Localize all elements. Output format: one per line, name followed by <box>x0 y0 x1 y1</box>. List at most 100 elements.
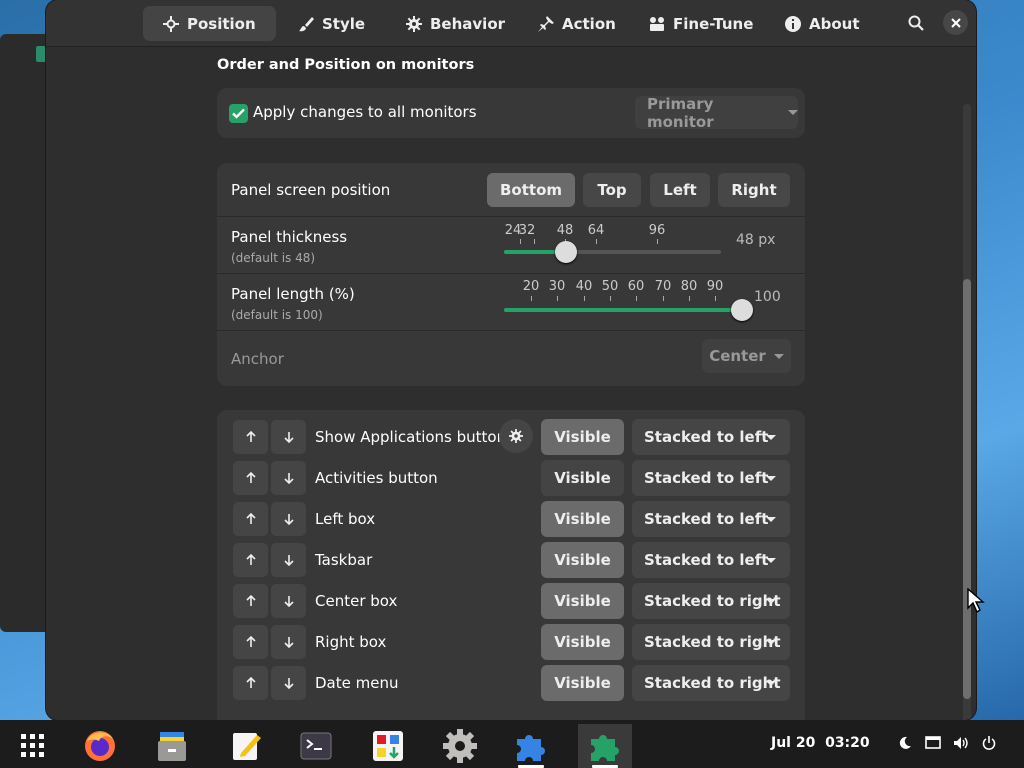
stacking-dropdown[interactable]: Stacked to left <box>632 542 790 578</box>
extensions-button[interactable] <box>506 724 556 768</box>
length-mark: 70 <box>654 279 672 294</box>
thickness-slider-knob[interactable] <box>555 241 577 263</box>
arrow-up-icon <box>245 554 256 565</box>
anchor-dropdown-value: Center <box>709 347 766 365</box>
element-settings-button[interactable] <box>499 419 533 453</box>
tab-fine-tune-label: Fine-Tune <box>673 14 754 33</box>
tab-action[interactable]: Action <box>518 6 636 41</box>
section-title: Order and Position on monitors <box>217 57 475 73</box>
tab-fine-tune[interactable]: Fine-Tune <box>629 6 773 41</box>
chevron-down-icon <box>766 681 776 686</box>
length-tick <box>636 296 637 301</box>
visibility-toggle[interactable]: Visible <box>541 501 624 537</box>
length-tick <box>531 296 532 301</box>
element-row: Date menu Visible Stacked to right <box>217 664 805 705</box>
software-button[interactable] <box>363 724 413 768</box>
text-editor-icon <box>233 733 261 760</box>
tab-behavior[interactable]: Behavior <box>386 6 525 41</box>
tab-style[interactable]: Style <box>278 6 385 41</box>
close-icon <box>950 17 961 28</box>
volume-indicator[interactable] <box>952 734 970 752</box>
chevron-down-icon <box>766 640 776 645</box>
move-up-button[interactable] <box>233 584 268 618</box>
apply-checkbox[interactable] <box>229 104 248 123</box>
visibility-toggle[interactable]: Visible <box>541 542 624 578</box>
apply-label: Apply changes to all monitors <box>253 103 477 121</box>
files-button[interactable] <box>147 724 197 768</box>
position-top-button[interactable]: Top <box>583 173 641 207</box>
move-up-button[interactable] <box>233 543 268 577</box>
visibility-toggle[interactable]: Visible <box>541 624 624 660</box>
move-down-button[interactable] <box>271 461 306 495</box>
terminal-button[interactable] <box>291 724 341 768</box>
anchor-dropdown[interactable]: Center <box>702 339 791 373</box>
move-up-button[interactable] <box>233 420 268 454</box>
stacking-value: Stacked to right <box>644 674 781 692</box>
move-down-button[interactable] <box>271 420 306 454</box>
stacking-value: Stacked to right <box>644 592 781 610</box>
tab-style-label: Style <box>322 14 366 33</box>
position-left-button[interactable]: Left <box>650 173 710 207</box>
length-mark: 30 <box>548 279 566 294</box>
element-label: Show Applications button <box>315 428 507 446</box>
position-bottom-button[interactable]: Bottom <box>487 173 575 207</box>
thickness-mark: 48 <box>556 223 574 238</box>
extension-manager-button[interactable] <box>578 724 632 768</box>
gear-icon <box>406 15 422 32</box>
stacking-dropdown[interactable]: Stacked to left <box>632 419 790 455</box>
arrow-up-icon <box>245 431 256 442</box>
night-light-indicator[interactable] <box>896 734 914 752</box>
close-button[interactable] <box>943 10 968 35</box>
monitor-dropdown[interactable]: Primary monitor <box>635 95 798 131</box>
app-grid-button[interactable] <box>8 724 58 768</box>
app-grid-icon <box>21 734 44 757</box>
visibility-toggle[interactable]: Visible <box>541 460 624 496</box>
length-tick <box>663 296 664 301</box>
move-up-button[interactable] <box>233 502 268 536</box>
chevron-down-icon <box>766 476 776 481</box>
length-slider-knob[interactable] <box>731 299 753 321</box>
arrow-down-icon <box>283 637 294 648</box>
scrollbar[interactable] <box>963 104 971 720</box>
tab-position[interactable]: Position <box>143 6 276 41</box>
stacking-dropdown[interactable]: Stacked to right <box>632 624 790 660</box>
apply-card: Apply changes to all monitors Primary mo… <box>217 88 805 138</box>
extensions-icon <box>517 735 545 761</box>
move-up-button[interactable] <box>233 461 268 495</box>
arrow-up-icon <box>245 595 256 606</box>
settings-button[interactable] <box>435 724 485 768</box>
stacking-dropdown[interactable]: Stacked to right <box>632 665 790 701</box>
length-mark: 20 <box>522 279 540 294</box>
stacking-value: Stacked to left <box>644 469 769 487</box>
chevron-down-icon <box>773 353 784 359</box>
visibility-toggle[interactable]: Visible <box>541 665 624 701</box>
length-tick <box>715 296 716 301</box>
scrollbar-thumb[interactable] <box>963 279 971 699</box>
clock[interactable]: Jul 20 03:20 <box>771 735 870 751</box>
power-indicator[interactable] <box>980 734 998 752</box>
move-down-button[interactable] <box>271 666 306 700</box>
position-right-button[interactable]: Right <box>718 173 790 207</box>
move-down-button[interactable] <box>271 543 306 577</box>
screen-indicator[interactable] <box>924 734 942 752</box>
move-down-button[interactable] <box>271 625 306 659</box>
tab-about[interactable]: About <box>765 6 880 41</box>
move-up-button[interactable] <box>233 625 268 659</box>
background-window-icon <box>36 46 46 62</box>
stacking-dropdown[interactable]: Stacked to left <box>632 501 790 537</box>
move-down-button[interactable] <box>271 502 306 536</box>
move-down-button[interactable] <box>271 584 306 618</box>
length-value: 100 <box>754 289 781 305</box>
search-button[interactable] <box>901 8 931 38</box>
move-up-button[interactable] <box>233 666 268 700</box>
stacking-dropdown[interactable]: Stacked to left <box>632 460 790 496</box>
visibility-toggle[interactable]: Visible <box>541 583 624 619</box>
visibility-toggle[interactable]: Visible <box>541 419 624 455</box>
thickness-value: 48 px <box>736 232 776 248</box>
arrow-up-icon <box>245 513 256 524</box>
text-editor-button[interactable] <box>221 724 271 768</box>
pin-icon <box>538 15 554 32</box>
tab-about-label: About <box>809 14 860 33</box>
firefox-button[interactable] <box>75 724 125 768</box>
stacking-dropdown[interactable]: Stacked to right <box>632 583 790 619</box>
